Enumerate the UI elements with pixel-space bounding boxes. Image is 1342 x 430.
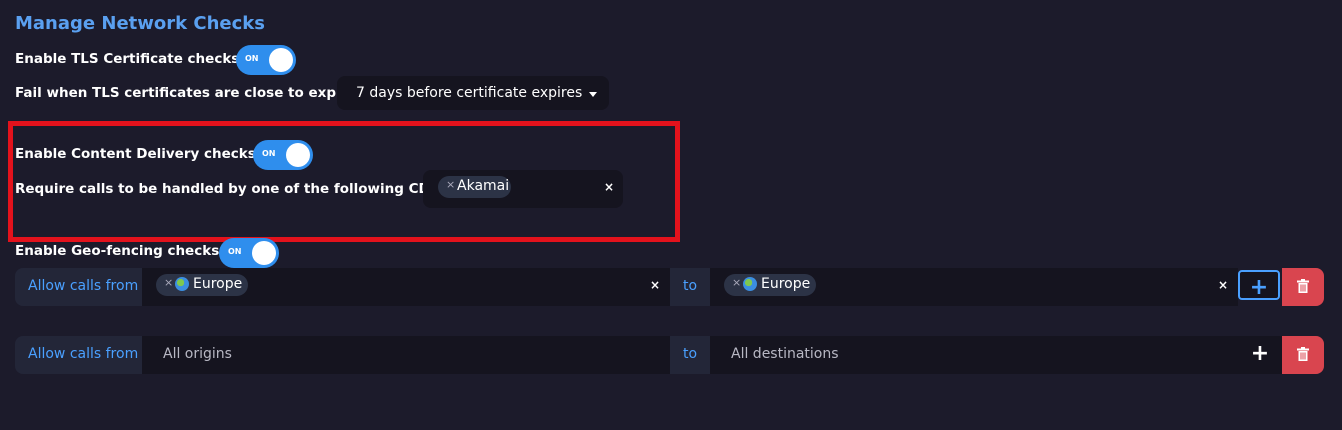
chip-label: Europe <box>761 276 811 292</box>
trash-icon <box>1297 279 1309 293</box>
close-icon[interactable]: × <box>164 276 173 289</box>
caret-down-icon <box>589 92 597 97</box>
globe-icon <box>743 277 757 291</box>
clear-icon[interactable]: × <box>1218 278 1228 292</box>
tls-toggle[interactable]: ON <box>236 45 296 75</box>
allow-calls-from-label: Allow calls from <box>15 336 142 374</box>
toggle-knob <box>286 143 310 167</box>
cdn-enable-label: Enable Content Delivery checks: <box>15 146 262 162</box>
trash-icon <box>1297 347 1309 361</box>
destination-select[interactable]: All destinations <box>710 336 1238 374</box>
add-rule-button[interactable]: + <box>1238 336 1282 374</box>
allow-calls-from-label: Allow calls from <box>15 268 142 306</box>
cdn-toggle[interactable]: ON <box>253 140 313 170</box>
origin-placeholder: All origins <box>163 346 232 362</box>
close-icon[interactable]: × <box>446 178 455 191</box>
destination-placeholder: All destinations <box>731 346 839 362</box>
toggle-on-text: ON <box>262 149 276 158</box>
to-label: to <box>670 268 710 306</box>
cdn-require-label: Require calls to be handled by one of th… <box>15 181 455 197</box>
delete-rule-button[interactable] <box>1282 336 1324 374</box>
geo-toggle[interactable]: ON <box>219 238 279 268</box>
origin-select[interactable]: All origins <box>142 336 670 374</box>
tls-expiry-select[interactable]: 7 days before certificate expires <box>337 76 609 110</box>
chip-label: Europe <box>193 276 243 292</box>
close-icon[interactable]: × <box>732 276 741 289</box>
toggle-knob <box>269 48 293 72</box>
geo-enable-label: Enable Geo-fencing checks: <box>15 243 225 259</box>
destination-select[interactable]: × Europe × <box>710 268 1238 306</box>
tls-enable-label: Enable TLS Certificate checks: <box>15 51 245 67</box>
origin-select[interactable]: × Europe × <box>142 268 670 306</box>
globe-icon <box>175 277 189 291</box>
toggle-on-text: ON <box>228 247 242 256</box>
page-title: Manage Network Checks <box>15 13 265 34</box>
geo-rule-row: Allow calls from All origins to All dest… <box>15 336 1324 374</box>
origin-chip-europe[interactable]: × Europe <box>156 274 248 296</box>
chip-label: Akamai <box>457 178 510 194</box>
add-rule-button[interactable]: + <box>1238 270 1280 300</box>
destination-chip-europe[interactable]: × Europe <box>724 274 816 296</box>
geo-rule-row: Allow calls from × Europe × to × Europe … <box>15 268 1324 306</box>
to-label: to <box>670 336 710 374</box>
tls-expiry-label: Fail when TLS certificates are close to … <box>15 85 362 101</box>
clear-icon[interactable]: × <box>604 180 614 194</box>
delete-rule-button[interactable] <box>1282 268 1324 306</box>
toggle-on-text: ON <box>245 54 259 63</box>
tls-expiry-value: 7 days before certificate expires <box>356 85 583 101</box>
toggle-knob <box>252 241 276 265</box>
cdn-select[interactable]: × Akamai × <box>423 170 623 208</box>
clear-icon[interactable]: × <box>650 278 660 292</box>
cdn-chip-akamai[interactable]: × Akamai <box>438 176 511 198</box>
